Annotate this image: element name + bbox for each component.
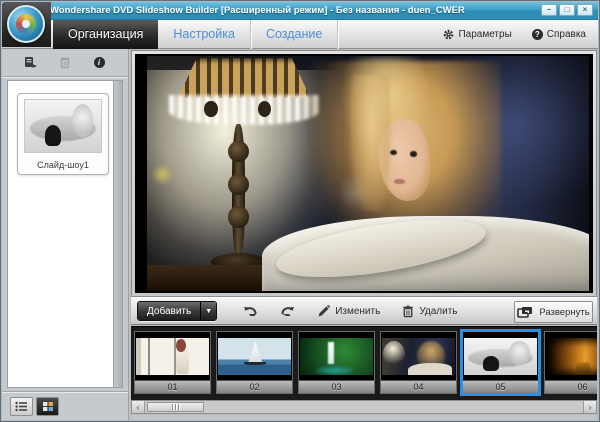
view-toggle-bar (2, 391, 128, 420)
film-item-04[interactable]: 04 (380, 331, 457, 394)
add-slideshow-button[interactable] (22, 54, 40, 72)
list-view-button[interactable] (10, 397, 33, 416)
storyboard-view-icon (42, 401, 54, 412)
window-title: Wondershare DVD Slideshow Builder [Расши… (50, 5, 465, 16)
scroll-right-arrow[interactable]: › (583, 401, 596, 413)
delete-label: Удалить (419, 306, 457, 317)
film-item-03[interactable]: 03 (298, 331, 375, 394)
film-item-02[interactable]: 02 (216, 331, 293, 394)
rotate-right-icon (280, 305, 295, 317)
film-item-label: 03 (299, 380, 374, 393)
expand-button[interactable]: Развернуть (514, 301, 593, 323)
list-view-icon (15, 401, 28, 412)
slideshow-list: Слайд-шоу1 (7, 80, 123, 388)
film-item-label: 02 (217, 380, 292, 393)
rotate-left-icon (243, 305, 258, 317)
preview-letterbox (135, 54, 593, 293)
tab-bar: Организация Настройка Создание Параметры… (2, 20, 598, 49)
slideshow-info-button[interactable]: i (90, 54, 108, 72)
film-item-06[interactable]: 06 (544, 331, 597, 394)
rotate-left-button[interactable] (239, 305, 262, 317)
sidebar-toolbar: i (2, 49, 128, 77)
preview-image (147, 56, 589, 291)
slideshow-card[interactable]: Слайд-шоу1 (17, 93, 109, 175)
bottom-strip (131, 415, 597, 420)
slide-toolbar: Добавить ▼ Изменить (131, 297, 597, 325)
filmstrip-scrollbar[interactable]: ‹ › (131, 400, 597, 414)
app-logo-corner (2, 2, 51, 47)
main-area: Добавить ▼ Изменить (130, 49, 598, 420)
add-dropdown-arrow[interactable]: ▼ (200, 302, 216, 320)
film-item-label: 06 (545, 380, 597, 393)
film-item-01[interactable]: 01 (134, 331, 211, 394)
add-slideshow-icon (24, 56, 38, 69)
app-logo-icon[interactable] (7, 5, 45, 43)
sidebar-scrollbar[interactable] (113, 81, 122, 387)
delete-button[interactable]: Удалить (398, 305, 461, 318)
sidebar: i Слайд-шоу1 (2, 49, 129, 420)
pencil-icon (317, 305, 330, 318)
options-button[interactable]: Параметры (443, 29, 511, 40)
scrollbar-thumb[interactable] (147, 402, 204, 412)
dvd-disc-icon (16, 14, 36, 34)
tab-settings[interactable]: Настройка (158, 20, 251, 49)
filmstrip: 01 02 03 04 05 06 (131, 326, 597, 400)
rotate-right-button[interactable] (276, 305, 299, 317)
edit-label: Изменить (335, 306, 380, 317)
trash-icon (59, 56, 71, 69)
film-item-label: 05 (463, 380, 538, 393)
film-item-label: 04 (381, 380, 456, 393)
titlebar[interactable]: Wondershare DVD Slideshow Builder [Расши… (2, 2, 598, 20)
lamp-shade (178, 58, 311, 98)
expand-label: Развернуть (539, 307, 589, 318)
scroll-left-arrow[interactable]: ‹ (132, 401, 145, 413)
edit-button[interactable]: Изменить (313, 305, 384, 318)
maximize-button[interactable]: □ (559, 4, 575, 16)
minimize-button[interactable]: – (541, 4, 557, 16)
slideshow-title: Слайд-шоу1 (18, 160, 108, 170)
film-item-05[interactable]: 05 (462, 331, 539, 394)
gear-icon (443, 29, 454, 40)
trash-icon (402, 305, 414, 318)
tab-creation[interactable]: Создание (251, 20, 338, 49)
preview-area (131, 50, 597, 297)
expand-icon (517, 306, 533, 318)
delete-slideshow-button[interactable] (56, 54, 74, 72)
add-button[interactable]: Добавить (138, 302, 200, 320)
close-button[interactable]: × (577, 4, 593, 16)
add-button-group: Добавить ▼ (137, 301, 217, 321)
help-icon: ? (532, 29, 543, 40)
window-controls: – □ × (541, 4, 593, 16)
storyboard-view-button[interactable] (36, 397, 59, 416)
slideshow-thumbnail (24, 99, 102, 153)
app-window: Wondershare DVD Slideshow Builder [Расши… (0, 0, 600, 422)
tab-organization[interactable]: Организация (53, 20, 158, 49)
help-button[interactable]: ? Справка (532, 29, 586, 40)
help-label: Справка (547, 29, 586, 40)
info-icon: i (94, 57, 105, 68)
film-item-label: 01 (135, 380, 210, 393)
options-label: Параметры (458, 29, 511, 40)
